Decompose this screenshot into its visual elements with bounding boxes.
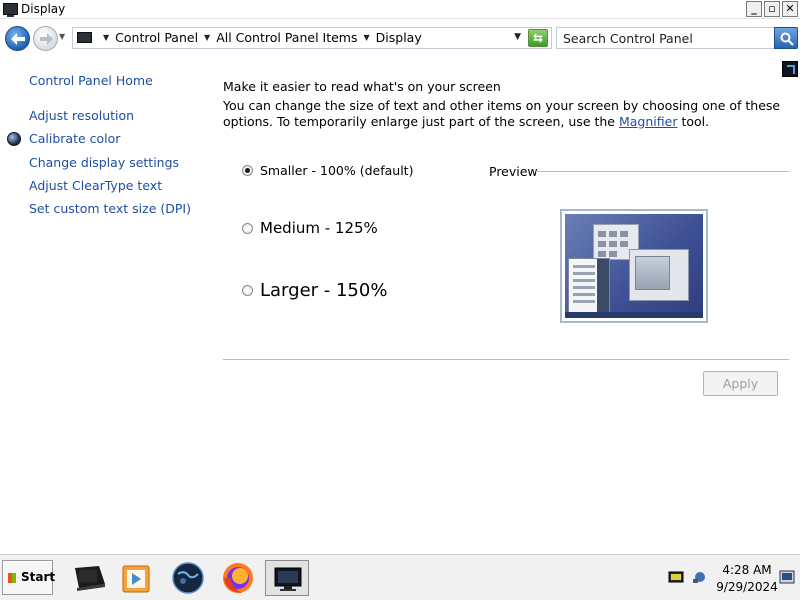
preview-window-front xyxy=(629,249,689,301)
minimize-button[interactable]: _ xyxy=(746,1,762,17)
radio-button-smaller[interactable] xyxy=(242,165,253,176)
page-description: You can change the size of text and othe… xyxy=(223,98,783,130)
arrow-right-icon xyxy=(40,33,53,45)
media-player-icon xyxy=(122,565,150,593)
close-button[interactable]: ✕ xyxy=(782,1,798,17)
sidebar-item-custom-dpi[interactable]: Set custom text size (DPI) xyxy=(29,201,191,216)
breadcrumb-display[interactable]: Display xyxy=(376,30,422,45)
radio-button-medium[interactable] xyxy=(242,222,253,234)
magnifier-link[interactable]: Magnifier xyxy=(619,114,677,129)
option-medium[interactable]: Medium - 125% xyxy=(242,219,378,237)
sidebar-item-calibrate-color[interactable]: Calibrate color xyxy=(29,131,120,146)
page-title: Make it easier to read what's on your sc… xyxy=(223,79,501,94)
display-icon xyxy=(3,3,18,17)
option-smaller[interactable]: Smaller - 100% (default) xyxy=(242,163,413,178)
search-button[interactable] xyxy=(774,27,798,49)
firefox-icon xyxy=(223,563,253,593)
apply-button[interactable]: Apply xyxy=(703,371,778,396)
title-bar: Display _ ▫ ✕ xyxy=(0,0,800,19)
display-icon xyxy=(77,32,92,43)
display-icon xyxy=(274,567,302,591)
sidebar-item-adjust-cleartype[interactable]: Adjust ClearType text xyxy=(29,178,162,193)
option-larger[interactable]: Larger - 150% xyxy=(242,280,387,301)
address-bar[interactable]: ▼ Control Panel ▼ All Control Panel Item… xyxy=(72,27,552,49)
action-center-icon[interactable] xyxy=(668,570,684,584)
breadcrumb-all-items[interactable]: All Control Panel Items xyxy=(216,30,357,45)
preview-start-menu xyxy=(568,258,610,314)
preview-image xyxy=(560,209,708,323)
option-larger-label: Larger - 150% xyxy=(260,280,388,301)
arrow-left-icon xyxy=(11,33,25,45)
refresh-button[interactable]: ⇆ xyxy=(528,29,548,47)
window-controls: _ ▫ ✕ xyxy=(746,1,798,17)
taskbar-app-media-player[interactable] xyxy=(114,560,158,596)
sidebar-item-control-panel-home[interactable]: Control Panel Home xyxy=(29,73,153,88)
preview-label: Preview xyxy=(489,164,538,179)
option-medium-label: Medium - 125% xyxy=(260,219,378,237)
clock-time[interactable]: 4:28 AM xyxy=(720,563,774,577)
refresh-icon: ⇆ xyxy=(532,31,544,45)
forward-button[interactable] xyxy=(33,26,58,51)
taskbar-app-display[interactable] xyxy=(265,560,309,596)
taskbar-app-globe[interactable] xyxy=(166,560,210,596)
preview-taskbar xyxy=(565,312,703,318)
taskbar-app-firefox[interactable] xyxy=(216,560,260,596)
show-desktop-icon[interactable] xyxy=(779,570,795,584)
sidebar-item-change-display-settings[interactable]: Change display settings xyxy=(29,155,179,170)
search-box[interactable]: Search Control Panel xyxy=(556,27,798,49)
sidebar: Control Panel Home Adjust resolution Cal… xyxy=(0,57,210,554)
content-divider xyxy=(223,359,789,360)
search-input[interactable]: Search Control Panel xyxy=(563,31,693,46)
radio-button-larger[interactable] xyxy=(242,285,253,296)
maximize-button[interactable]: ▫ xyxy=(764,1,780,17)
description-text-end: tool. xyxy=(677,114,710,129)
back-button[interactable] xyxy=(5,26,30,51)
globe-icon xyxy=(172,562,204,594)
taskbar: Start xyxy=(0,554,800,600)
windows-logo-icon xyxy=(8,573,16,583)
recent-pages-dropdown-icon[interactable]: ▼ xyxy=(59,32,65,41)
navigation-bar: ▼ ▼ Control Panel ▼ All Control Panel It… xyxy=(0,20,800,56)
breadcrumb: ▼ Control Panel ▼ All Control Panel Item… xyxy=(97,30,422,45)
chevron-down-icon[interactable]: ▼ xyxy=(204,33,210,42)
start-label: Start xyxy=(21,570,56,584)
address-dropdown-icon[interactable]: ▼ xyxy=(514,32,521,42)
chevron-down-icon[interactable]: ▼ xyxy=(103,33,109,42)
help-icon[interactable] xyxy=(782,61,798,77)
notebook-icon xyxy=(75,566,105,591)
clock-date[interactable]: 9/29/2024 xyxy=(714,580,780,594)
network-icon[interactable] xyxy=(692,570,708,584)
search-icon xyxy=(780,32,794,46)
start-button[interactable]: Start xyxy=(2,560,56,595)
taskbar-app-notebook[interactable] xyxy=(67,560,111,596)
preview-desktop xyxy=(565,214,703,318)
window-title: Display xyxy=(21,2,66,16)
preview-divider xyxy=(536,171,789,172)
sidebar-item-adjust-resolution[interactable]: Adjust resolution xyxy=(29,108,134,123)
shield-icon xyxy=(7,132,21,146)
option-smaller-label: Smaller - 100% (default) xyxy=(260,163,414,178)
breadcrumb-control-panel[interactable]: Control Panel xyxy=(115,30,198,45)
chevron-down-icon[interactable]: ▼ xyxy=(364,33,370,42)
